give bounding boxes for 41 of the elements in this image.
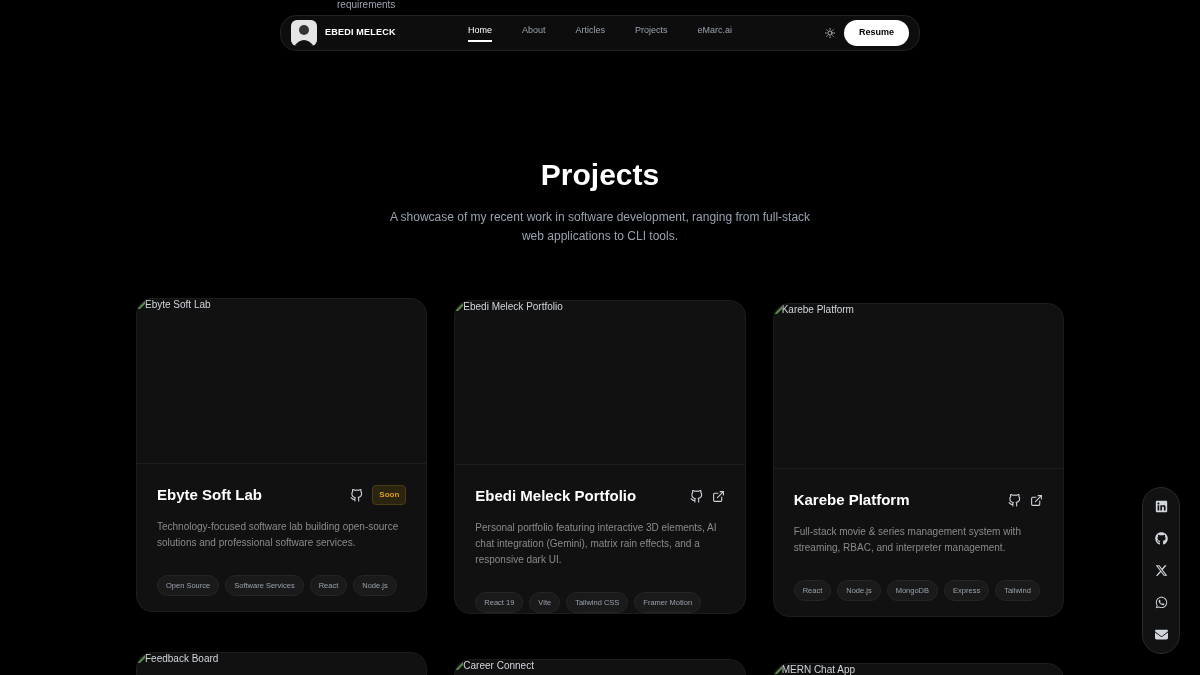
brand-name[interactable]: EBEDI MELECK [325,26,460,40]
avatar[interactable] [291,20,317,46]
cut-off-text: requirements [337,0,396,10]
project-title: Ebyte Soft Lab [157,485,262,505]
project-title: Ebedi Meleck Portfolio [475,486,637,507]
broken-image-icon [773,306,782,315]
broken-image-alt: Feedback Board [137,653,219,666]
nav-link[interactable]: eMarc.ai [697,23,733,43]
broken-image-icon [137,301,145,310]
page-subtitle: A showcase of my recent work in software development, ranging from full-stack web applications to CLI tools. [388,209,812,245]
broken-image-icon [455,662,464,671]
broken-image-alt: Ebedi Meleck Portfolio [455,301,563,314]
broken-image-icon [773,666,782,675]
whatsapp-icon[interactable] [1154,596,1168,609]
broken-image-alt: Karebe Platform [773,304,854,317]
broken-image-alt: Career Connect [455,660,534,673]
github-icon[interactable] [1008,493,1021,507]
mail-icon[interactable] [1154,628,1168,641]
github-icon[interactable] [350,488,364,502]
linkedin-icon[interactable] [1154,500,1168,513]
nav-link[interactable]: Projects [635,23,668,43]
page-title: Projects [540,157,660,193]
nav-link[interactable]: Articles [575,23,606,43]
project-title: Karebe Platform [793,490,910,510]
x-icon[interactable] [1154,564,1168,577]
project-description: Personal portfolio featuring interactive 3D elements, AI chat integration (Gemini), matrix rain effects, and a responsive dark UI. [475,520,718,567]
broken-image-alt: Ebyte Soft Lab [137,299,211,312]
github-icon[interactable] [689,490,703,503]
resume-button[interactable]: Resume [844,20,909,46]
broken-image-icon [137,655,145,664]
external-link-icon[interactable] [1030,493,1043,507]
broken-image-alt: MERN Chat App [773,664,856,675]
broken-image-icon [455,303,464,312]
project-description: Technology-focused software lab building open-source solutions and professional software services. [157,519,400,550]
nav-link[interactable]: About [522,23,546,43]
theme-toggle-icon[interactable] [825,28,835,38]
external-link-icon[interactable] [711,490,725,503]
soon-badge: Soon [372,485,407,506]
project-description: Full-stack movie & series management system with streaming, RBAC, and interpreter management. [793,524,1022,555]
nav-link[interactable]: Home [468,23,492,43]
github-icon[interactable] [1154,532,1168,545]
